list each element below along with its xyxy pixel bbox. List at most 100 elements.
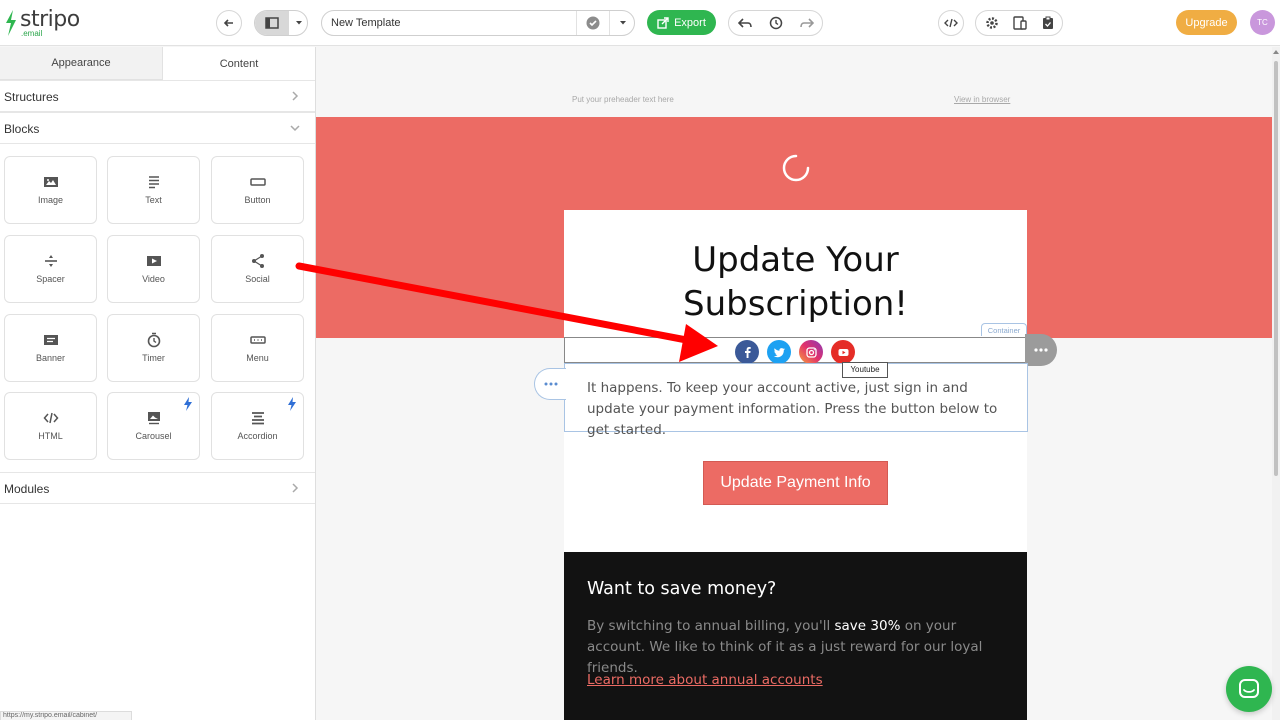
template-options-dropdown[interactable] — [611, 11, 635, 35]
block-label: Social — [245, 274, 270, 284]
tools-controls — [975, 10, 1063, 36]
block-button[interactable]: Button — [211, 156, 304, 224]
body-text: It happens. To keep your account active,… — [587, 380, 998, 438]
block-timer[interactable]: Timer — [107, 314, 200, 382]
code-editor-button[interactable] — [938, 10, 964, 36]
lightning-icon — [288, 397, 296, 411]
block-label: Button — [244, 195, 271, 205]
code-icon — [43, 412, 59, 424]
block-spacer[interactable]: Spacer — [4, 235, 97, 303]
undo-button[interactable] — [729, 11, 760, 35]
email-canvas: Put your preheader text here View in bro… — [316, 47, 1272, 720]
history-icon — [769, 16, 782, 30]
blocks-section[interactable]: Blocks — [0, 112, 315, 144]
savings-section[interactable]: Want to save money? By switching to annu… — [564, 552, 1027, 720]
redo-icon — [799, 18, 814, 28]
code-icon — [944, 18, 958, 28]
test-email-button[interactable] — [1034, 11, 1062, 35]
youtube-tooltip: Youtube — [842, 362, 888, 378]
facebook-icon[interactable] — [735, 340, 759, 364]
modules-section[interactable]: Modules — [0, 472, 315, 504]
menu-icon — [250, 336, 266, 344]
block-label: Accordion — [237, 431, 278, 441]
chevron-down-icon — [290, 125, 300, 132]
block-menu[interactable]: Menu — [211, 314, 304, 382]
social-block[interactable] — [564, 337, 1028, 364]
timer-icon — [147, 332, 161, 348]
more-dots-icon — [544, 382, 557, 386]
block-social[interactable]: Social — [211, 235, 304, 303]
modules-label: Modules — [4, 482, 50, 496]
preview-devices-button[interactable] — [1006, 11, 1034, 35]
sidebar-tabs: Appearance Content — [0, 47, 315, 80]
export-icon — [657, 16, 669, 29]
scroll-up-arrow-icon[interactable] — [1273, 50, 1279, 54]
chevron-down-icon — [620, 21, 626, 25]
block-text[interactable]: Text — [107, 156, 200, 224]
spacer-icon — [45, 255, 57, 267]
support-chat-button[interactable] — [1226, 666, 1272, 712]
template-name-input[interactable] — [331, 15, 571, 31]
structures-section[interactable]: Structures — [0, 80, 315, 112]
block-options-button[interactable] — [534, 368, 566, 400]
block-banner[interactable]: Banner — [4, 314, 97, 382]
annual-accounts-link[interactable]: Learn more about annual accounts — [587, 672, 823, 688]
layout-icon — [255, 11, 289, 35]
view-in-browser-link[interactable]: View in browser — [954, 95, 1010, 104]
banner-icon — [44, 335, 58, 345]
top-toolbar: stripo .email Export — [0, 0, 1280, 46]
block-label: Banner — [35, 353, 66, 363]
settings-button[interactable] — [978, 11, 1006, 35]
canvas-scrollbar[interactable] — [1272, 47, 1280, 720]
upgrade-button[interactable]: Upgrade — [1176, 10, 1237, 35]
check-circle-icon — [586, 16, 600, 30]
scrollbar-thumb[interactable] — [1274, 61, 1278, 476]
youtube-icon[interactable] — [831, 340, 855, 364]
email-heading-line2: Subscription! — [683, 284, 908, 324]
save-name-button[interactable] — [576, 11, 610, 35]
export-label: Export — [674, 16, 706, 29]
clipboard-icon — [1043, 16, 1053, 29]
structures-label: Structures — [4, 90, 59, 104]
status-bar-url: https://my.stripo.email/cabinet/ — [0, 711, 132, 720]
container-tag[interactable]: Container — [981, 323, 1027, 336]
export-button[interactable]: Export — [647, 10, 716, 35]
preheader-text[interactable]: Put your preheader text here — [572, 95, 674, 104]
block-html[interactable]: HTML — [4, 392, 97, 460]
redo-button[interactable] — [791, 11, 822, 35]
row-options-button[interactable] — [1025, 334, 1057, 366]
stripo-logo[interactable]: stripo .email — [4, 7, 94, 39]
more-dots-icon — [1034, 348, 1048, 352]
block-image[interactable]: Image — [4, 156, 97, 224]
block-label: Menu — [246, 353, 269, 363]
instagram-icon[interactable] — [799, 340, 823, 364]
back-button[interactable] — [216, 10, 242, 36]
savings-body: By switching to annual billing, you'll s… — [587, 616, 1007, 679]
layout-toggle[interactable] — [254, 10, 308, 36]
block-label: Spacer — [36, 274, 65, 284]
tab-content[interactable]: Content — [163, 47, 315, 80]
undo-icon — [737, 18, 752, 28]
block-accordion[interactable]: Accordion — [211, 392, 304, 460]
accordion-icon — [252, 412, 264, 425]
loading-spinner-icon — [782, 154, 810, 182]
logo-mark-icon — [6, 10, 16, 36]
block-label: Timer — [142, 353, 165, 363]
chevron-down-icon — [289, 11, 307, 35]
block-carousel[interactable]: Carousel — [107, 392, 200, 460]
block-video[interactable]: Video — [107, 235, 200, 303]
user-avatar[interactable]: TC — [1250, 10, 1275, 35]
chevron-right-icon — [292, 483, 299, 493]
update-payment-button[interactable]: Update Payment Info — [703, 461, 888, 505]
text-block[interactable]: It happens. To keep your account active,… — [564, 363, 1028, 438]
sidebar: Appearance Content Structures Blocks Ima… — [0, 47, 316, 720]
twitter-icon[interactable] — [767, 340, 791, 364]
gear-icon — [986, 17, 998, 29]
block-label: Image — [37, 195, 63, 205]
email-heading[interactable]: Update Your Subscription! — [564, 238, 1027, 326]
tab-appearance[interactable]: Appearance — [0, 47, 163, 80]
block-label: Carousel — [135, 431, 172, 441]
video-icon — [147, 256, 161, 266]
history-button[interactable] — [760, 11, 791, 35]
savings-highlight: save 30% — [834, 618, 901, 634]
